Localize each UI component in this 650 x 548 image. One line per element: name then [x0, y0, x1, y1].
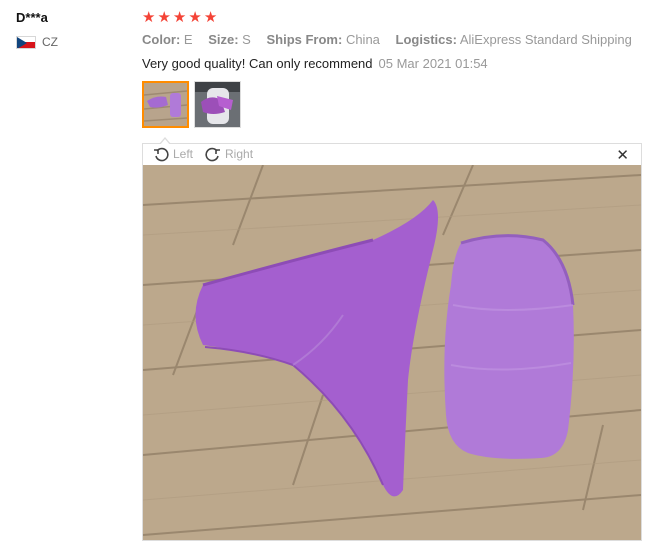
rotate-right-button[interactable]: Right: [205, 146, 253, 162]
image-viewer: Left Right ✕: [142, 137, 642, 541]
star-icon: ★: [172, 9, 187, 26]
thumbnail-2[interactable]: [194, 81, 241, 128]
review-date: 05 Mar 2021 01:54: [378, 56, 488, 71]
thumbnail-1[interactable]: [142, 81, 189, 128]
rotate-right-label: Right: [225, 147, 254, 161]
ships-from-attribute: Ships From: China: [266, 32, 380, 47]
order-attributes: Color: E Size: S Ships From: China Logis…: [142, 32, 642, 47]
star-icon: ★: [142, 9, 156, 26]
review-text: Very good quality! Can only recommend: [142, 56, 373, 71]
rotate-right-icon: [205, 146, 221, 162]
review-thumbnails: [142, 81, 642, 128]
rotate-left-button[interactable]: Left: [153, 146, 193, 162]
size-attribute: Size: S: [208, 32, 251, 47]
star-icon: ★: [188, 9, 202, 26]
rotate-left-label: Left: [173, 147, 194, 161]
reviewer-name: D***a: [16, 10, 48, 25]
close-icon[interactable]: ✕: [616, 146, 629, 164]
star-rating: ★ ★ ★ ★ ★: [142, 8, 642, 28]
color-attribute: Color: E: [142, 32, 193, 47]
reviewer-country: CZ: [16, 35, 126, 49]
reviewer-info: D***a CZ: [16, 10, 126, 49]
rotate-left-icon: [153, 146, 169, 162]
viewer-toolbar: Left Right: [153, 146, 259, 162]
review-body: ★ ★ ★ ★ ★ Color: E Size: S Ships From: C…: [142, 8, 642, 128]
star-icon: ★: [157, 9, 171, 26]
czech-flag-icon: [16, 35, 36, 49]
review-photo: [143, 165, 641, 540]
country-code: CZ: [42, 35, 58, 49]
star-icon: ★: [203, 9, 218, 26]
review-content: Very good quality! Can only recommend 05 …: [142, 56, 642, 71]
logistics-attribute: Logistics: AliExpress Standard Shipping: [395, 32, 632, 47]
